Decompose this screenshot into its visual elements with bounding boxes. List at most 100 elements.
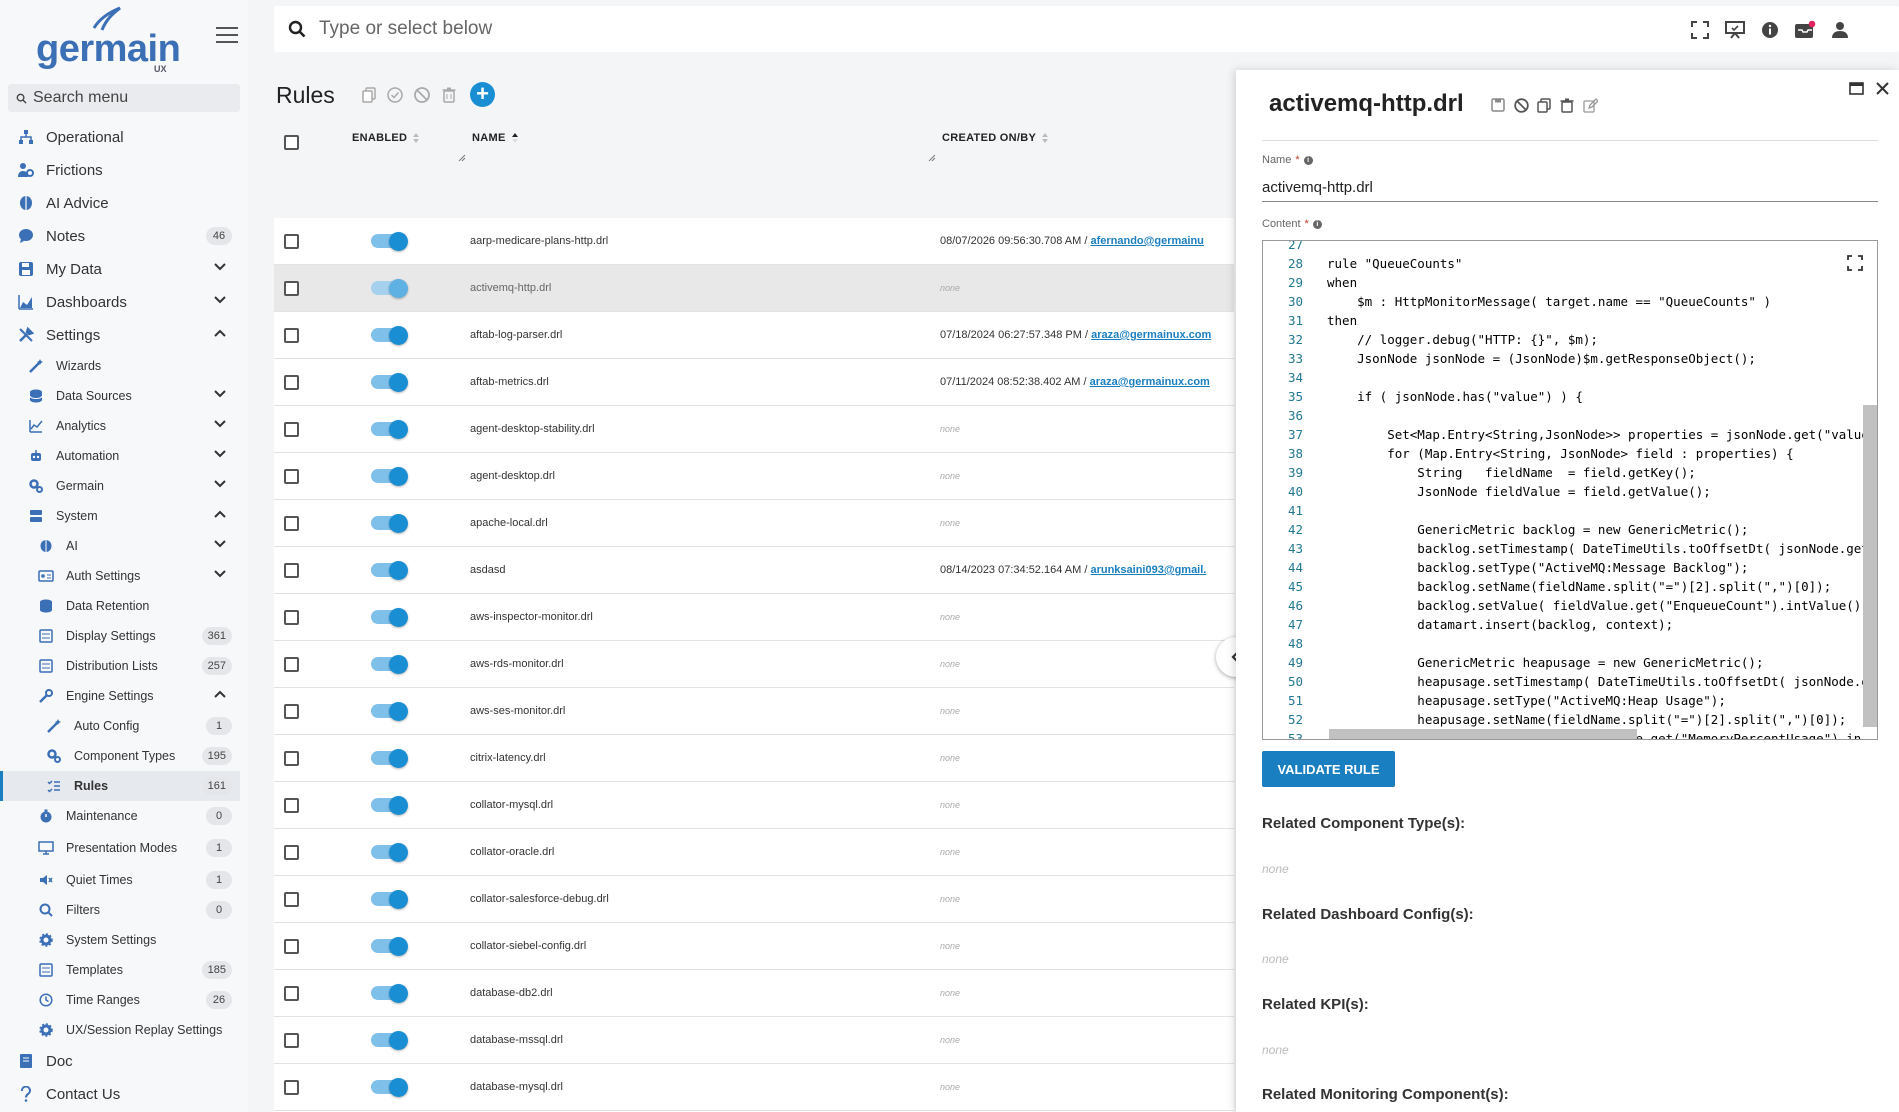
column-resize-handle[interactable] [458,154,466,162]
rule-name[interactable]: asdasd [470,564,505,576]
row-checkbox[interactable] [284,986,299,1001]
sidebar-item-ai-advice[interactable]: AI Advice [0,188,240,218]
rule-name[interactable]: collator-mysql.drl [470,799,553,811]
rule-name[interactable]: apache-local.drl [470,517,548,529]
rule-name[interactable]: aarp-medicare-plans-http.drl [470,235,608,247]
row-checkbox[interactable] [284,1080,299,1095]
select-all-checkbox[interactable] [284,135,299,150]
hamburger-menu-icon[interactable] [216,27,238,45]
rule-name[interactable]: aws-rds-monitor.drl [470,658,564,670]
enabled-toggle[interactable] [371,373,408,392]
table-row[interactable]: asdasd 08/14/2023 07:34:52.164 AM / arunk… [274,547,1234,594]
rule-name[interactable]: aftab-metrics.drl [470,376,549,388]
global-search-input[interactable] [319,14,1119,44]
row-checkbox[interactable] [284,657,299,672]
column-resize-handle[interactable] [928,154,936,162]
sidebar-item-data-retention[interactable]: Data Retention [0,591,240,621]
info-icon[interactable]: i [1312,219,1322,229]
table-row[interactable]: collator-oracle.drl none [274,829,1234,876]
rule-name[interactable]: aws-ses-monitor.drl [470,705,565,717]
rule-name[interactable]: database-db2.drl [470,987,553,999]
info-icon[interactable]: i [1303,155,1313,165]
table-row[interactable]: aws-ses-monitor.drl none [274,688,1234,735]
row-checkbox[interactable] [284,704,299,719]
row-checkbox[interactable] [284,610,299,625]
sidebar-item-auto-config[interactable]: Auto Config 1 [0,711,240,741]
created-by-link[interactable]: araza@germainux.com [1090,376,1210,388]
row-checkbox[interactable] [284,422,299,437]
table-row[interactable]: aftab-log-parser.drl 07/18/2024 06:27:57.… [274,312,1234,359]
table-row[interactable]: collator-mysql.drl none [274,782,1234,829]
sidebar-item-system-settings[interactable]: System Settings [0,925,240,955]
created-by-link[interactable]: araza@germainux.com [1091,329,1211,341]
enabled-toggle[interactable] [371,608,408,627]
table-row[interactable]: aws-inspector-monitor.drl none [274,594,1234,641]
column-header-name[interactable]: NAME [472,132,519,144]
row-checkbox[interactable] [284,892,299,907]
ban-icon[interactable] [1512,96,1530,114]
table-row[interactable]: agent-desktop.drl none [274,453,1234,500]
sidebar-item-presentation-modes[interactable]: Presentation Modes 1 [0,833,240,863]
table-row[interactable]: apache-local.drl none [274,500,1234,547]
row-checkbox[interactable] [284,845,299,860]
rule-name-input[interactable] [1262,174,1878,202]
enabled-toggle[interactable] [371,796,408,815]
row-checkbox[interactable] [284,516,299,531]
created-by-link[interactable]: arunksaini093@gmail. [1090,564,1206,576]
rule-name[interactable]: collator-salesforce-debug.drl [470,893,609,905]
rule-name[interactable]: collator-siebel-config.drl [470,940,586,952]
enabled-toggle[interactable] [371,984,408,1003]
row-checkbox[interactable] [284,563,299,578]
enabled-toggle[interactable] [371,467,408,486]
rule-name[interactable]: agent-desktop.drl [470,470,555,482]
row-checkbox[interactable] [284,751,299,766]
horizontal-scrollbar[interactable] [1329,729,1637,739]
table-row[interactable]: activemq-http.drl none [274,265,1234,312]
rule-name[interactable]: database-mysql.drl [470,1081,563,1093]
edit-icon[interactable] [1581,96,1599,114]
germain-logo[interactable]: germain UX [36,6,181,74]
sidebar-item-ux-session-replay-settings[interactable]: UX/Session Replay Settings [0,1015,240,1045]
sidebar-item-data-sources[interactable]: Data Sources [0,381,240,411]
sidebar-item-filters[interactable]: Filters 0 [0,895,240,925]
sidebar-item-wizards[interactable]: Wizards [0,351,240,381]
sidebar-item-my-data[interactable]: My Data [0,254,240,284]
row-checkbox[interactable] [284,939,299,954]
code-editor[interactable]: 27 28 rule "QueueCounts" 29 when 30 $m : Http… [1262,240,1878,740]
rule-name[interactable]: database-mssql.drl [470,1034,563,1046]
row-checkbox[interactable] [284,234,299,249]
table-row[interactable]: database-mysql.drl none [274,1064,1234,1111]
row-checkbox[interactable] [284,798,299,813]
table-row[interactable]: collator-siebel-config.drl none [274,923,1234,970]
info-icon[interactable] [1756,16,1784,44]
presentation-icon[interactable] [1721,16,1749,44]
trash-icon[interactable] [439,85,459,105]
fullscreen-icon[interactable] [1686,16,1714,44]
table-row[interactable]: database-db2.drl none [274,970,1234,1017]
sidebar-item-quiet-times[interactable]: Quiet Times 1 [0,865,240,895]
enabled-toggle[interactable] [371,749,408,768]
sidebar-item-component-types[interactable]: Component Types 195 [0,741,240,771]
sidebar-item-settings[interactable]: Settings [0,320,240,350]
ban-icon[interactable] [412,85,432,105]
enabled-toggle[interactable] [371,702,408,721]
maximize-icon[interactable] [1848,80,1864,96]
row-checkbox[interactable] [284,1033,299,1048]
sidebar-item-frictions[interactable]: Frictions [0,155,240,185]
save-icon[interactable] [1489,96,1507,114]
vertical-scrollbar[interactable] [1863,405,1877,727]
column-header-created[interactable]: CREATED ON/BY [942,132,1049,144]
created-by-link[interactable]: afernando@germainu [1090,235,1203,247]
enabled-toggle[interactable] [371,279,408,298]
enabled-toggle[interactable] [371,1031,408,1050]
sidebar-item-display-settings[interactable]: Display Settings 361 [0,621,240,651]
expand-icon[interactable] [1847,255,1863,271]
sidebar-search-input[interactable] [33,89,233,107]
table-row[interactable]: agent-desktop-stability.drl none [274,406,1234,453]
sidebar-item-dashboards[interactable]: Dashboards [0,287,240,317]
check-circle-icon[interactable] [385,85,405,105]
rule-name[interactable]: collator-oracle.drl [470,846,554,858]
sidebar-item-analytics[interactable]: Analytics [0,411,240,441]
sidebar-item-ai[interactable]: AI [0,531,240,561]
trash-icon[interactable] [1558,96,1576,114]
